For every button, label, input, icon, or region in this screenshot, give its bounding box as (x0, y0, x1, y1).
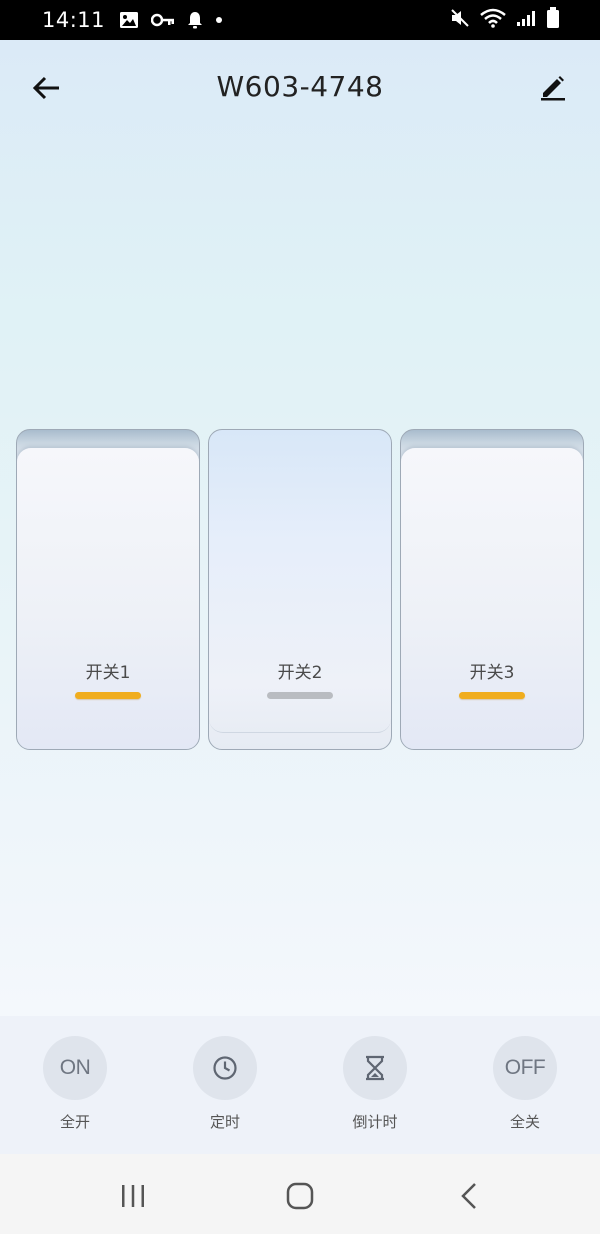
switch-label: 开关2 (277, 663, 323, 683)
home-button[interactable] (280, 1176, 320, 1216)
pencil-icon (541, 76, 565, 101)
status-right (450, 7, 560, 33)
mute-icon (450, 8, 470, 32)
top-bar: W603-4748 (0, 40, 600, 136)
hourglass-icon (343, 1036, 407, 1100)
nav-back-button[interactable] (449, 1176, 489, 1216)
switch-face (17, 448, 199, 749)
action-label: 倒计时 (352, 1113, 398, 1131)
off-icon: OFF (493, 1036, 557, 1100)
on-icon: ON (43, 1036, 107, 1100)
switch-label: 开关1 (85, 663, 131, 683)
image-icon (119, 11, 139, 29)
switch-label: 开关3 (469, 663, 515, 683)
all-off-button[interactable]: OFF 全关 (475, 1036, 575, 1136)
page-title: W603-4748 (216, 70, 384, 103)
home-icon (286, 1182, 314, 1210)
system-nav-bar (0, 1154, 600, 1234)
chevron-left-icon (461, 1183, 476, 1209)
notification-icons (119, 11, 223, 29)
status-time: 14:11 (42, 8, 106, 32)
edit-button[interactable] (536, 70, 570, 104)
battery-icon (546, 7, 560, 33)
action-label: 全关 (509, 1113, 540, 1131)
switch-2[interactable]: 开关2 (208, 429, 392, 750)
bell-icon (187, 11, 203, 29)
status-bar: 14:11 (0, 0, 600, 40)
switch-1[interactable]: 开关1 (16, 429, 200, 750)
countdown-button[interactable]: 倒计时 (325, 1036, 425, 1136)
switch-indicator (267, 692, 333, 699)
action-label: 全开 (59, 1113, 90, 1131)
switch-indicator (459, 692, 525, 699)
wifi-icon (480, 8, 506, 32)
key-icon (151, 13, 175, 27)
timer-button[interactable]: 定时 (175, 1036, 275, 1136)
switch-indicator (75, 692, 141, 699)
app-screen: W603-4748 开关1 开关2 开关3 ON 全开 定时 倒计时 OFF 全… (0, 40, 600, 1154)
switch-face (209, 430, 391, 733)
action-bar: ON 全开 定时 倒计时 OFF 全关 (0, 1016, 600, 1154)
all-on-button[interactable]: ON 全开 (25, 1036, 125, 1136)
status-left: 14:11 (42, 8, 223, 32)
recent-apps-button[interactable] (113, 1176, 153, 1216)
switch-3[interactable]: 开关3 (400, 429, 584, 750)
recent-apps-icon (122, 1185, 144, 1207)
dot-icon (215, 16, 223, 24)
signal-icon (516, 9, 536, 31)
switch-face (401, 448, 583, 749)
action-label: 定时 (209, 1113, 240, 1131)
clock-icon (193, 1036, 257, 1100)
